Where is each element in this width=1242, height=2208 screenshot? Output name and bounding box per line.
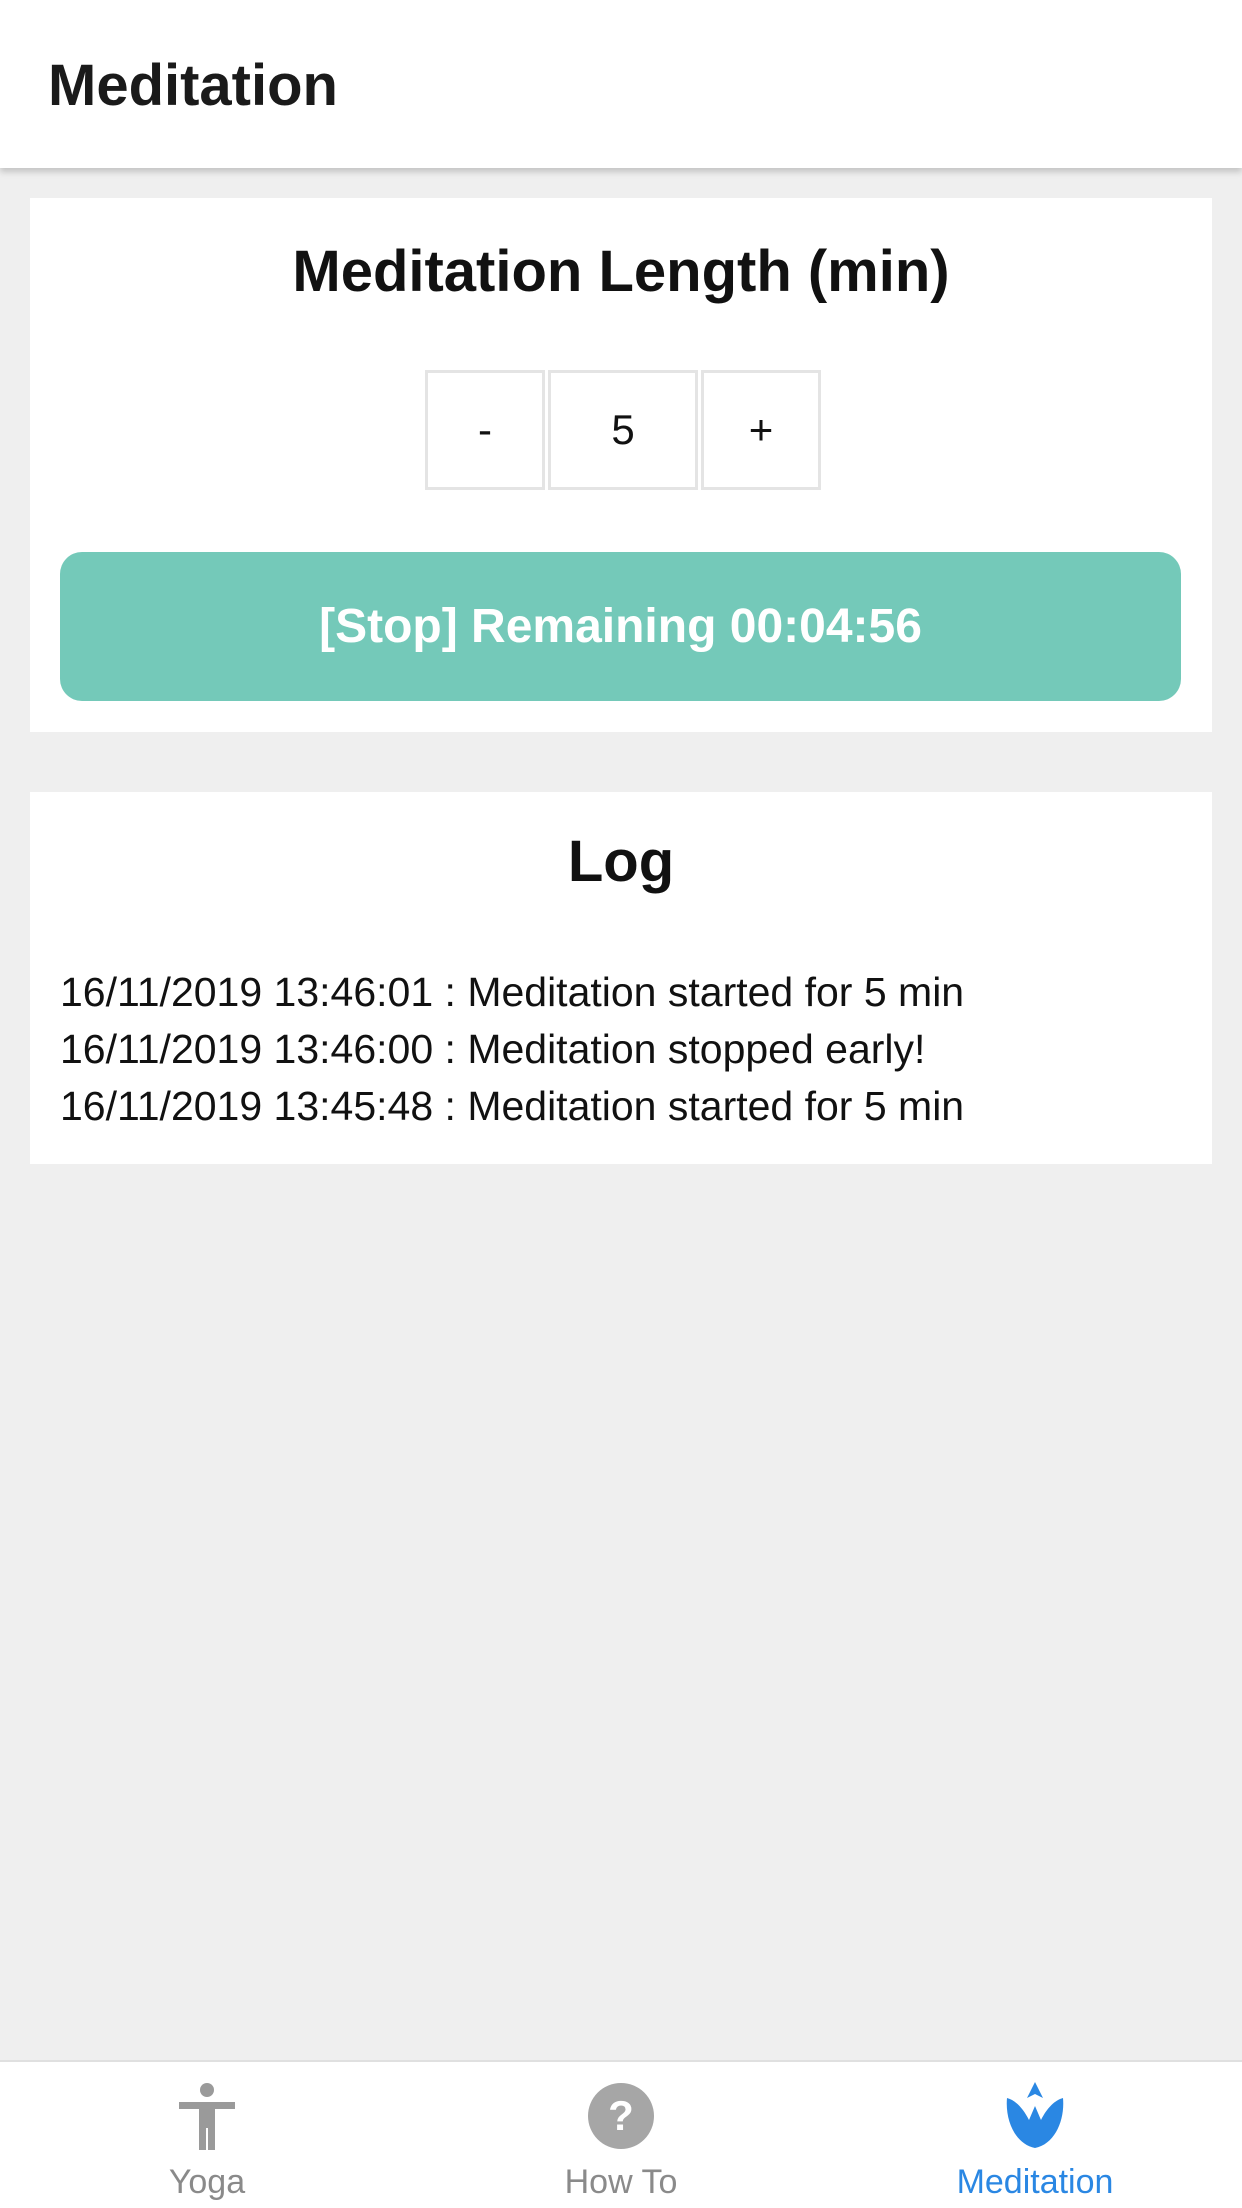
length-stepper: - 5 +: [425, 370, 821, 490]
log-list: 16/11/2019 13:46:01 : Meditation started…: [60, 964, 1180, 1135]
meditation-length-card: Meditation Length (min) - 5 + [Stop] Rem…: [30, 198, 1212, 732]
person-standing-icon: [179, 2083, 235, 2150]
nav-item-meditation[interactable]: Meditation: [828, 2062, 1242, 2208]
page-title: Meditation: [48, 53, 338, 118]
nav-label-yoga: Yoga: [168, 2163, 246, 2201]
app-bar: Meditation: [0, 0, 1242, 168]
nav-label-how-to: How To: [564, 2163, 678, 2201]
nav-item-how-to[interactable]: ? How To: [414, 2062, 828, 2208]
log-heading: Log: [567, 829, 675, 894]
help-circle-icon: ?: [588, 2083, 654, 2149]
log-entry: 16/11/2019 13:46:00 : Meditation stopped…: [60, 1026, 926, 1072]
meditation-length-heading: Meditation Length (min): [292, 239, 950, 304]
svg-text:?: ?: [608, 2092, 634, 2139]
nav-label-meditation: Meditation: [956, 2163, 1114, 2201]
increment-button[interactable]: +: [701, 370, 821, 490]
decrement-button[interactable]: -: [425, 370, 545, 490]
stop-button[interactable]: [Stop] Remaining 00:04:56: [60, 552, 1181, 701]
log-entry: 16/11/2019 13:45:48 : Meditation started…: [60, 1083, 965, 1129]
nav-item-yoga[interactable]: Yoga: [0, 2062, 414, 2208]
lotus-icon: [1006, 2082, 1064, 2148]
log-entry: 16/11/2019 13:46:01 : Meditation started…: [60, 969, 965, 1015]
log-card: Log 16/11/2019 13:46:01 : Meditation sta…: [30, 792, 1212, 1164]
bottom-navigation: Yoga ? How To Meditation: [0, 2060, 1242, 2208]
length-value: 5: [548, 370, 698, 490]
